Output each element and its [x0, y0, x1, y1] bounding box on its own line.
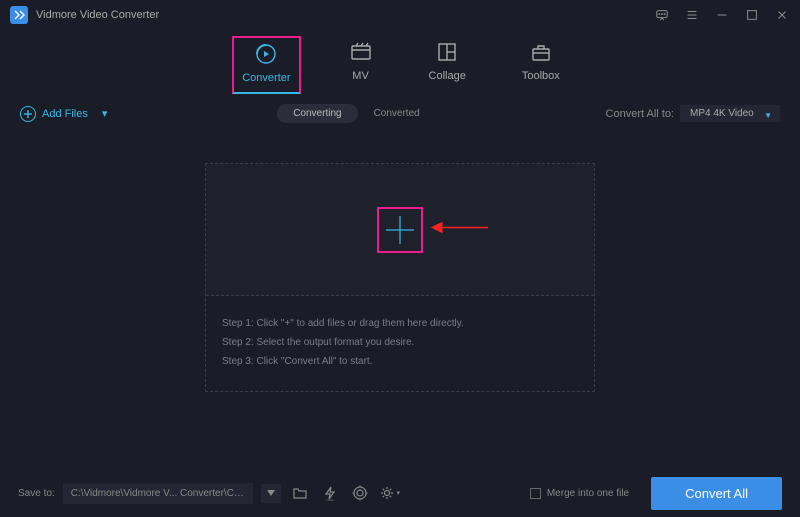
tab-toolbox[interactable]: Toolbox: [514, 36, 568, 94]
tab-label: Toolbox: [522, 70, 560, 82]
app-logo-icon: [10, 6, 28, 24]
add-files-label: Add Files: [42, 108, 88, 120]
merge-label: Merge into one file: [547, 488, 629, 499]
convert-all-button[interactable]: Convert All: [651, 477, 782, 510]
window-controls: [654, 7, 790, 23]
tab-mv[interactable]: MV: [341, 36, 381, 94]
format-select[interactable]: MP4 4K Video ▼: [680, 105, 780, 122]
sub-toolbar: Add Files ▾ Converting Converted Convert…: [0, 94, 800, 133]
maximize-button[interactable]: [744, 7, 760, 23]
settings-button[interactable]: ▾: [379, 482, 401, 504]
add-files-button[interactable]: Add Files ▾: [20, 106, 107, 122]
add-files-big-button[interactable]: [377, 207, 423, 253]
feedback-icon[interactable]: [654, 7, 670, 23]
minimize-button[interactable]: [714, 7, 730, 23]
convert-all-to-label: Convert All to:: [606, 108, 674, 120]
tab-converted[interactable]: Converted: [358, 104, 436, 123]
collage-icon: [435, 40, 459, 64]
svg-text:OFF: OFF: [326, 498, 335, 501]
converter-icon: [254, 42, 278, 66]
merge-checkbox[interactable]: Merge into one file: [530, 488, 629, 499]
tab-label: Converter: [242, 72, 290, 84]
mv-icon: [349, 40, 373, 64]
main-tabs: Converter MV Collage Toolbox: [0, 30, 800, 94]
plus-circle-icon: [20, 106, 36, 122]
menu-icon[interactable]: [684, 7, 700, 23]
toolbox-icon: [529, 40, 553, 64]
drop-target[interactable]: [206, 164, 594, 296]
checkbox-icon: [530, 488, 541, 499]
hardware-accel-button[interactable]: OFF: [319, 482, 341, 504]
content-area: Step 1: Click "+" to add files or drag t…: [0, 133, 800, 392]
bottom-bar: Save to: C:\Vidmore\Vidmore V... Convert…: [0, 469, 800, 517]
tab-label: Collage: [429, 70, 466, 82]
open-folder-button[interactable]: [289, 482, 311, 504]
save-path-field[interactable]: C:\Vidmore\Vidmore V... Converter\Conver…: [63, 483, 253, 504]
tab-converter[interactable]: Converter: [232, 36, 300, 94]
annotation-arrow-icon: [430, 220, 490, 239]
drop-zone: Step 1: Click "+" to add files or drag t…: [205, 163, 595, 392]
tab-collage[interactable]: Collage: [421, 36, 474, 94]
status-tabs: Converting Converted: [107, 104, 605, 123]
convert-all-to: Convert All to: MP4 4K Video ▼: [606, 105, 780, 122]
chevron-down-icon: ▼: [764, 111, 772, 120]
tab-label: MV: [352, 70, 369, 82]
step-1: Step 1: Click "+" to add files or drag t…: [222, 314, 578, 333]
step-3: Step 3: Click "Convert All" to start.: [222, 352, 578, 371]
format-value: MP4 4K Video: [690, 108, 754, 119]
step-2: Step 2: Select the output format you des…: [222, 333, 578, 352]
save-path-dropdown[interactable]: [261, 484, 281, 503]
save-to-label: Save to:: [18, 488, 55, 499]
title-bar: Vidmore Video Converter: [0, 0, 800, 30]
high-speed-button[interactable]: [349, 482, 371, 504]
app-title: Vidmore Video Converter: [36, 9, 654, 21]
close-button[interactable]: [774, 7, 790, 23]
instructions: Step 1: Click "+" to add files or drag t…: [206, 296, 594, 391]
tab-converting[interactable]: Converting: [277, 104, 357, 123]
